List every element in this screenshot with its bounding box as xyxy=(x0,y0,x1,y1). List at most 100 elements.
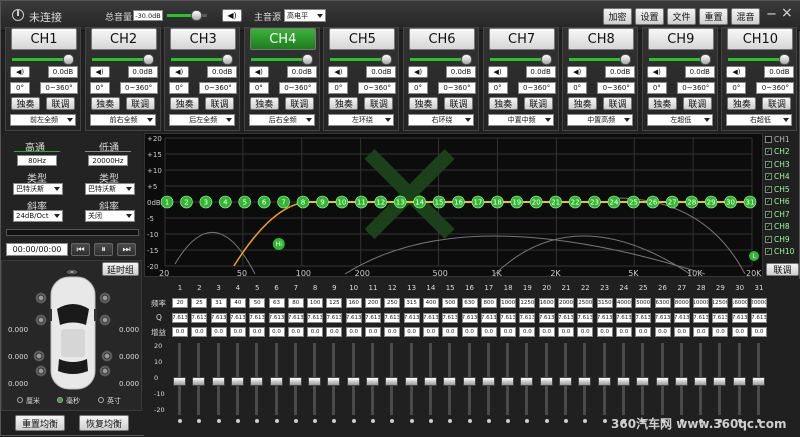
channel-link-button[interactable]: 联调 xyxy=(523,97,553,110)
band-gain-field[interactable]: 0.0 xyxy=(693,327,710,337)
channel-visibility-checkbox[interactable]: ✓ CH2 xyxy=(765,146,800,158)
band-gain-slider[interactable] xyxy=(443,343,457,415)
band-q-field[interactable]: 7.613 xyxy=(538,313,555,323)
band-q-field[interactable]: 7.613 xyxy=(635,313,652,323)
band-freq-field[interactable]: 160 xyxy=(345,298,362,308)
highpass-slope-select[interactable]: 24dB/Oct xyxy=(13,210,63,222)
band-q-field[interactable]: 7.613 xyxy=(191,313,208,323)
band-gain-field[interactable]: 0.0 xyxy=(461,327,478,337)
next-button[interactable]: ⏭ xyxy=(117,243,136,256)
band-gain-knob[interactable] xyxy=(752,377,765,386)
band-gain-knob[interactable] xyxy=(578,377,592,386)
band-q-field[interactable]: 7.613 xyxy=(673,313,690,323)
band-gain-field[interactable]: 0.0 xyxy=(480,327,497,337)
unit-radio-ms[interactable] xyxy=(57,397,63,403)
band-gain-knob[interactable] xyxy=(616,377,630,386)
band-gain-knob[interactable] xyxy=(366,377,379,386)
band-q-field[interactable]: 7.613 xyxy=(712,313,729,323)
lowpass-type-select[interactable]: 巴特沃斯 xyxy=(85,183,135,195)
checkbox-box[interactable]: ✓ xyxy=(765,173,772,180)
channel-tab[interactable]: CH5 xyxy=(329,28,396,50)
band-freq-field[interactable]: 5000 xyxy=(635,298,652,308)
band-gain-slider[interactable] xyxy=(694,343,708,415)
channel-gain-field[interactable]: 0.0dB xyxy=(764,66,795,78)
channel-visibility-checkbox[interactable]: ✓ CH8 xyxy=(765,221,800,233)
channel-link-button[interactable]: 联调 xyxy=(444,97,473,110)
delay-value-sr[interactable]: 0.000 xyxy=(119,353,139,361)
band-gain-knob[interactable] xyxy=(462,377,476,386)
eq-graph-canvas[interactable]: +20+15+10+50dB-5-10-15-2020 50 100 200 500 1K… xyxy=(145,134,764,278)
band-gain-knob[interactable] xyxy=(173,377,186,386)
band-freq-field[interactable]: 31 xyxy=(210,298,227,308)
minimize-button[interactable]: − xyxy=(766,7,777,22)
channel-gain-field[interactable]: 0.0dB xyxy=(48,66,78,78)
band-gain-field[interactable]: 0.0 xyxy=(229,327,246,337)
band-gain-field[interactable]: 0.0 xyxy=(172,327,188,337)
band-gain-knob[interactable] xyxy=(597,377,611,386)
band-q-field[interactable]: 7.613 xyxy=(480,313,497,323)
channel-mute-button[interactable]: ◀) xyxy=(726,66,747,78)
band-freq-field[interactable]: 25 xyxy=(191,298,208,308)
band-q-field[interactable]: 7.613 xyxy=(442,313,459,323)
unit-radio-cm[interactable] xyxy=(17,397,23,403)
band-q-field[interactable]: 7.613 xyxy=(693,313,710,323)
channel-mute-button[interactable]: ◀) xyxy=(89,66,110,78)
band-gain-slider[interactable] xyxy=(520,343,534,415)
channel-mute-button[interactable]: ◀) xyxy=(169,66,190,78)
band-gain-knob[interactable] xyxy=(192,377,206,386)
highpass-freq-field[interactable]: 80Hz xyxy=(17,155,57,166)
mix-button[interactable]: 混音 xyxy=(731,8,760,25)
band-q-field[interactable]: 7.613 xyxy=(596,313,613,323)
band-q-field[interactable]: 7.613 xyxy=(172,313,188,323)
channel-position-select[interactable]: 前右全频 xyxy=(89,114,156,126)
channel-tab[interactable]: CH4 xyxy=(249,28,316,50)
channel-visibility-checkbox[interactable]: ✓ CH10 xyxy=(765,246,800,258)
channel-volume-knob[interactable] xyxy=(620,54,632,65)
checkbox-box[interactable]: ✓ xyxy=(765,248,772,255)
channel-visibility-checkbox[interactable]: ✓ CH5 xyxy=(765,183,800,195)
channel-visibility-checkbox[interactable]: ✓ CH6 xyxy=(765,196,800,208)
channel-volume-slider[interactable] xyxy=(728,54,791,65)
band-gain-field[interactable]: 0.0 xyxy=(577,327,594,337)
band-freq-field[interactable]: 200 xyxy=(365,298,381,308)
band-gain-knob[interactable] xyxy=(288,377,302,386)
channel-volume-slider[interactable] xyxy=(171,54,234,65)
band-freq-field[interactable]: 20 xyxy=(172,298,188,308)
band-q-field[interactable]: 7.613 xyxy=(654,313,671,323)
channel-solo-button[interactable]: 独奏 xyxy=(11,97,40,110)
graph-link-button[interactable]: 联调 xyxy=(766,263,799,276)
channel-tab[interactable]: CH1 xyxy=(11,28,77,50)
channel-gain-field[interactable]: 0.0dB xyxy=(684,66,715,78)
channel-position-select[interactable]: 中置高频 xyxy=(567,114,634,126)
band-freq-field[interactable]: 3150 xyxy=(596,298,613,308)
band-q-field[interactable]: 7.613 xyxy=(287,313,304,323)
checkbox-box[interactable]: ✓ xyxy=(765,148,772,155)
band-gain-slider[interactable] xyxy=(752,343,765,415)
channel-tab[interactable]: CH6 xyxy=(409,28,475,50)
channel-gain-field[interactable]: 0.0dB xyxy=(446,66,476,78)
channel-position-select[interactable]: 前左全频 xyxy=(10,114,76,126)
channel-solo-button[interactable]: 独奏 xyxy=(727,97,757,110)
encrypt-button[interactable]: 加密 xyxy=(603,8,632,25)
band-q-field[interactable]: 7.613 xyxy=(519,313,536,323)
band-gain-field[interactable]: 0.0 xyxy=(268,327,285,337)
band-gain-field[interactable]: 0.0 xyxy=(403,327,420,337)
channel-volume-slider[interactable] xyxy=(569,54,632,65)
band-gain-knob[interactable] xyxy=(732,377,746,386)
band-gain-knob[interactable] xyxy=(713,377,727,386)
band-gain-knob[interactable] xyxy=(501,377,515,386)
channel-link-button[interactable]: 联调 xyxy=(46,97,75,110)
channel-phase-field[interactable]: 0° xyxy=(328,82,349,94)
channel-link-button[interactable]: 联调 xyxy=(603,97,633,110)
band-gain-slider[interactable] xyxy=(539,343,553,415)
checkbox-box[interactable]: ✓ xyxy=(765,160,772,168)
band-freq-field[interactable]: 630 xyxy=(461,298,478,308)
channel-volume-knob[interactable] xyxy=(461,54,472,65)
band-freq-field[interactable]: 10000 xyxy=(693,298,710,308)
band-gain-knob[interactable] xyxy=(481,377,495,386)
band-freq-field[interactable]: 40 xyxy=(229,298,246,308)
channel-volume-slider[interactable] xyxy=(12,54,74,65)
channel-gain-field[interactable]: 0.0dB xyxy=(127,66,158,78)
channel-phase-field[interactable]: 0° xyxy=(567,82,588,94)
delay-value-rl[interactable]: 0.000 xyxy=(8,380,28,388)
